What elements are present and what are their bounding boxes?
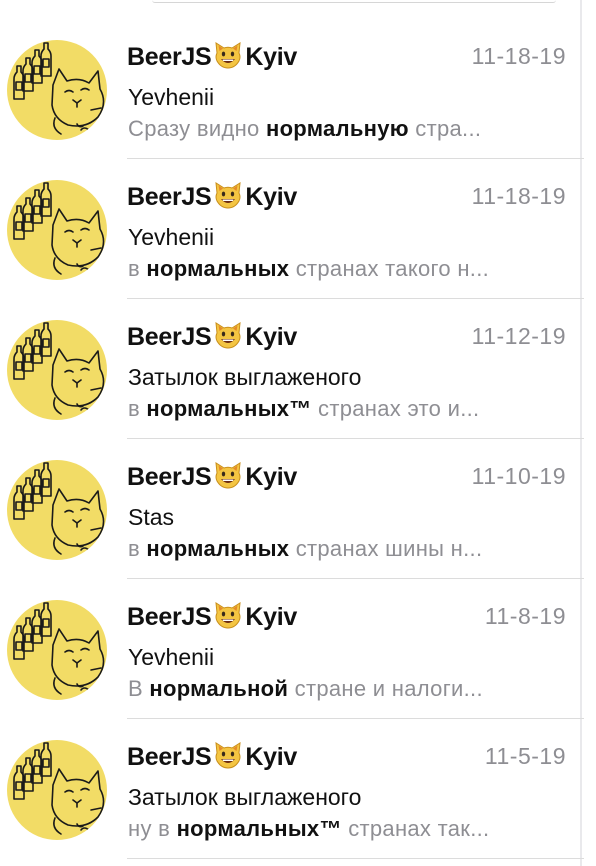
row-divider: [127, 858, 584, 859]
highlighted-term: нормальных: [146, 256, 290, 281]
grinning-cat-emoji-icon: [213, 460, 243, 490]
message-row[interactable]: BeerJS Kyiv 11-5-19 Затылок выглаженого н…: [0, 700, 584, 842]
message-preview: Сразу видно нормальную стра...: [128, 116, 560, 142]
preview-text: Сразу видно: [128, 116, 266, 141]
name-text: Kyiv: [245, 463, 297, 491]
preview-text: стра...: [408, 116, 482, 141]
message-date: 11-5-19: [484, 743, 566, 769]
preview-text: странах это и...: [311, 396, 480, 421]
message-date: 11-10-19: [471, 463, 566, 489]
conversation-name: BeerJS Kyiv: [127, 180, 297, 212]
message-row[interactable]: BeerJS Kyiv 11-8-19 Yevhenii В нормальной…: [0, 560, 584, 702]
conversation-name: BeerJS Kyiv: [127, 40, 297, 72]
preview-text: странах такого н...: [289, 256, 490, 281]
grinning-cat-emoji-icon: [213, 740, 243, 770]
highlighted-term: нормальной: [149, 676, 289, 701]
beer-cat-icon: [7, 180, 107, 280]
highlighted-term: нормальных™: [176, 816, 342, 841]
highlighted-term: нормальных™: [146, 396, 312, 421]
beer-cat-icon: [7, 40, 107, 140]
beer-cat-icon: [7, 600, 107, 700]
name-text: BeerJS: [127, 323, 212, 351]
grinning-cat-emoji-icon: [213, 180, 243, 210]
conversation-name: BeerJS Kyiv: [127, 460, 297, 492]
name-text: BeerJS: [127, 183, 212, 211]
preview-text: в: [128, 536, 147, 561]
message-date: 11-12-19: [471, 323, 566, 349]
sender-name: Затылок выглаженого: [128, 784, 362, 810]
grinning-cat-emoji-icon: [213, 320, 243, 350]
preview-text: В: [128, 676, 150, 701]
preview-text: в: [128, 256, 147, 281]
sender-name: Yevhenii: [128, 224, 215, 250]
name-text: Kyiv: [245, 743, 297, 771]
beer-cat-icon: [7, 740, 107, 840]
grinning-cat-emoji-icon: [213, 600, 243, 630]
name-text: Kyiv: [245, 43, 297, 71]
sender-name: Yevhenii: [128, 84, 215, 110]
message-row[interactable]: BeerJS Kyiv 11-18-19 Yevhenii Сразу видно…: [0, 0, 584, 142]
preview-text: стране и налоги...: [288, 676, 483, 701]
message-date: 11-18-19: [471, 43, 566, 69]
message-preview: В нормальной стране и налоги...: [128, 676, 560, 702]
sender-name: Затылок выглаженого: [128, 364, 362, 390]
name-text: Kyiv: [245, 323, 297, 351]
name-text: BeerJS: [127, 43, 212, 71]
highlighted-term: нормальных: [146, 536, 290, 561]
highlighted-term: нормальную: [265, 116, 409, 141]
message-row[interactable]: BeerJS Kyiv 11-18-19 Yevhenii в нормальны…: [0, 140, 584, 282]
preview-text: странах шины н...: [289, 536, 483, 561]
message-preview: в нормальных странах шины н...: [128, 536, 560, 562]
name-text: Kyiv: [245, 183, 297, 211]
grinning-cat-emoji-icon: [213, 40, 243, 70]
message-date: 11-18-19: [471, 183, 566, 209]
preview-text: ну в: [128, 816, 177, 841]
message-preview: в нормальных™ странах это и...: [128, 396, 560, 422]
conversation-name: BeerJS Kyiv: [127, 740, 297, 772]
beer-cat-icon: [7, 460, 107, 560]
message-preview: в нормальных странах такого н...: [128, 256, 560, 282]
beer-cat-icon: [7, 320, 107, 420]
message-date: 11-8-19: [484, 603, 566, 629]
message-row[interactable]: BeerJS Kyiv 11-12-19 Затылок выглаженого …: [0, 280, 584, 422]
message-preview: ну в нормальных™ странах так...: [128, 816, 560, 842]
message-row[interactable]: BeerJS Kyiv 11-10-19 Stas в нормальных ст…: [0, 420, 584, 562]
preview-text: в: [128, 396, 147, 421]
name-text: BeerJS: [127, 603, 212, 631]
conversation-name: BeerJS Kyiv: [127, 320, 297, 352]
preview-text: странах так...: [341, 816, 490, 841]
sender-name: Yevhenii: [128, 644, 215, 670]
conversation-name: BeerJS Kyiv: [127, 600, 297, 632]
sender-name: Stas: [128, 504, 175, 530]
name-text: BeerJS: [127, 463, 212, 491]
name-text: BeerJS: [127, 743, 212, 771]
name-text: Kyiv: [245, 603, 297, 631]
